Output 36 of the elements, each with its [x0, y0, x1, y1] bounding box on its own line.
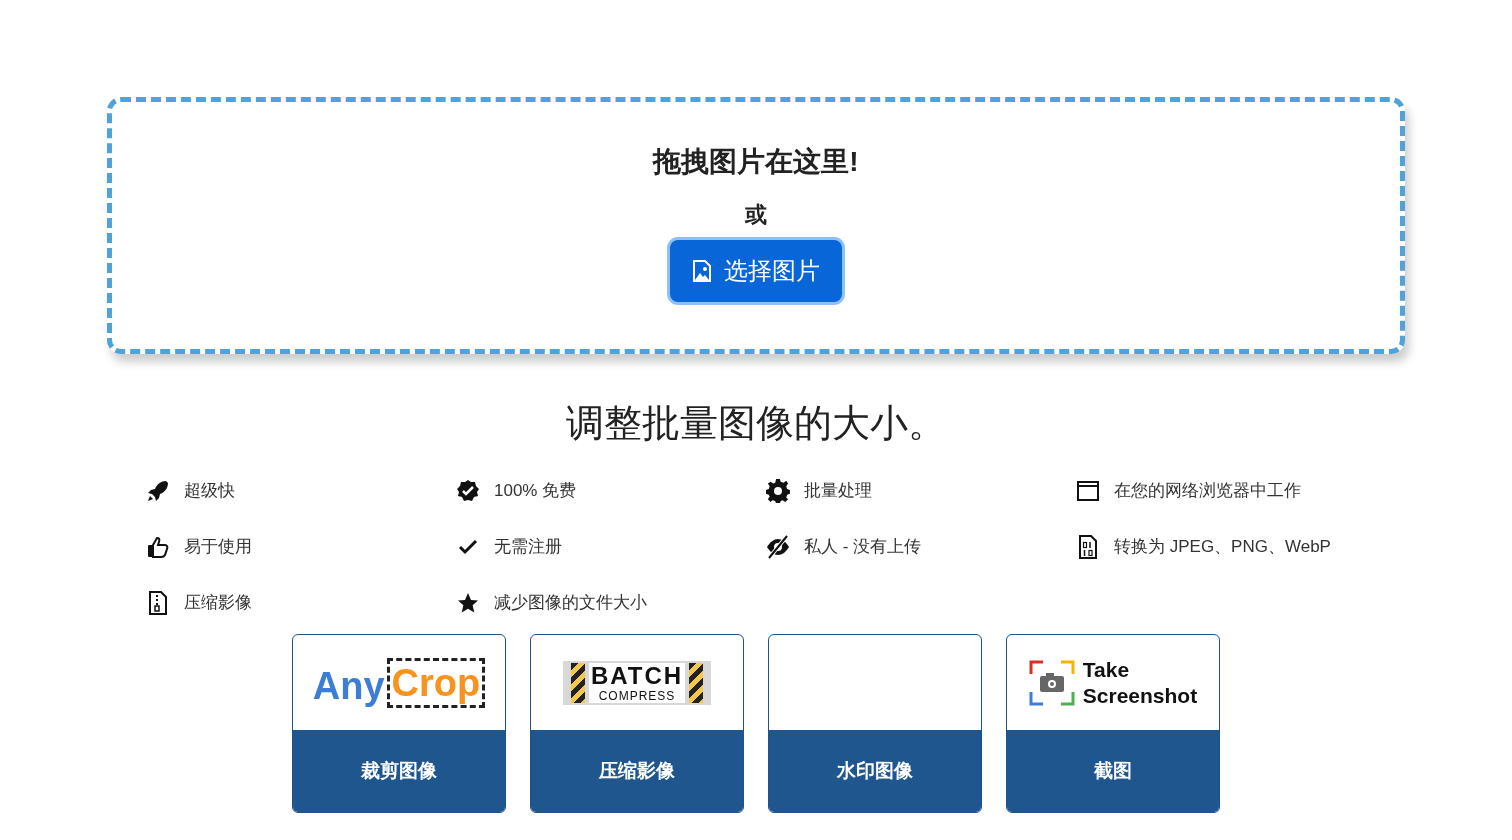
- anycrop-logo: Any Crop: [312, 657, 486, 708]
- tool-label: 截图: [1094, 758, 1132, 783]
- eye-slash-icon: [766, 535, 790, 559]
- star-icon: [456, 591, 480, 615]
- page-title: 调整批量图像的大小。: [566, 401, 946, 446]
- binary-file-icon: [1076, 535, 1100, 559]
- separator-text: 或: [745, 201, 767, 229]
- browser-window-icon: [1076, 479, 1100, 503]
- choose-image-button[interactable]: 选择图片: [670, 240, 842, 302]
- check-badge-icon: [456, 479, 480, 503]
- drop-heading: 拖拽图片在这里!: [653, 145, 859, 179]
- feature-text: 私人 - 没有上传: [804, 536, 922, 559]
- tool-label: 压缩影像: [599, 758, 675, 783]
- tool-card[interactable]: 水印图像: [768, 634, 982, 813]
- feature-text: 压缩影像: [184, 592, 252, 615]
- feature-text: 100% 免费: [494, 480, 577, 503]
- tool-card[interactable]: Take Screenshot 截图: [1006, 634, 1220, 813]
- feature-text: 易于使用: [184, 536, 252, 559]
- tool-label: 水印图像: [837, 758, 913, 783]
- tool-label: 裁剪图像: [361, 758, 437, 783]
- feature-text: 批量处理: [804, 480, 872, 503]
- image-icon: [692, 260, 712, 282]
- feature-text: 转换为 JPEG、PNG、WebP: [1114, 536, 1331, 559]
- feature-text: 减少图像的文件大小: [494, 592, 647, 615]
- thumbs-up-icon: [146, 535, 170, 559]
- drop-zone[interactable]: 拖拽图片在这里! 或 选择图片: [107, 97, 1405, 354]
- tool-card[interactable]: Any Crop 裁剪图像: [292, 634, 506, 813]
- batch-compress-logo: BATCH COMPRESS: [562, 660, 712, 705]
- rocket-icon: [146, 479, 170, 503]
- feature-text: 超级快: [184, 480, 235, 503]
- feature-text: 在您的网络浏览器中工作: [1114, 480, 1301, 503]
- feature-text: 无需注册: [494, 536, 562, 559]
- tool-card[interactable]: BATCH COMPRESS 压缩影像: [530, 634, 744, 813]
- gear-icon: [766, 479, 790, 503]
- take-screenshot-logo: Take Screenshot: [1028, 656, 1198, 709]
- zip-file-icon: [146, 591, 170, 615]
